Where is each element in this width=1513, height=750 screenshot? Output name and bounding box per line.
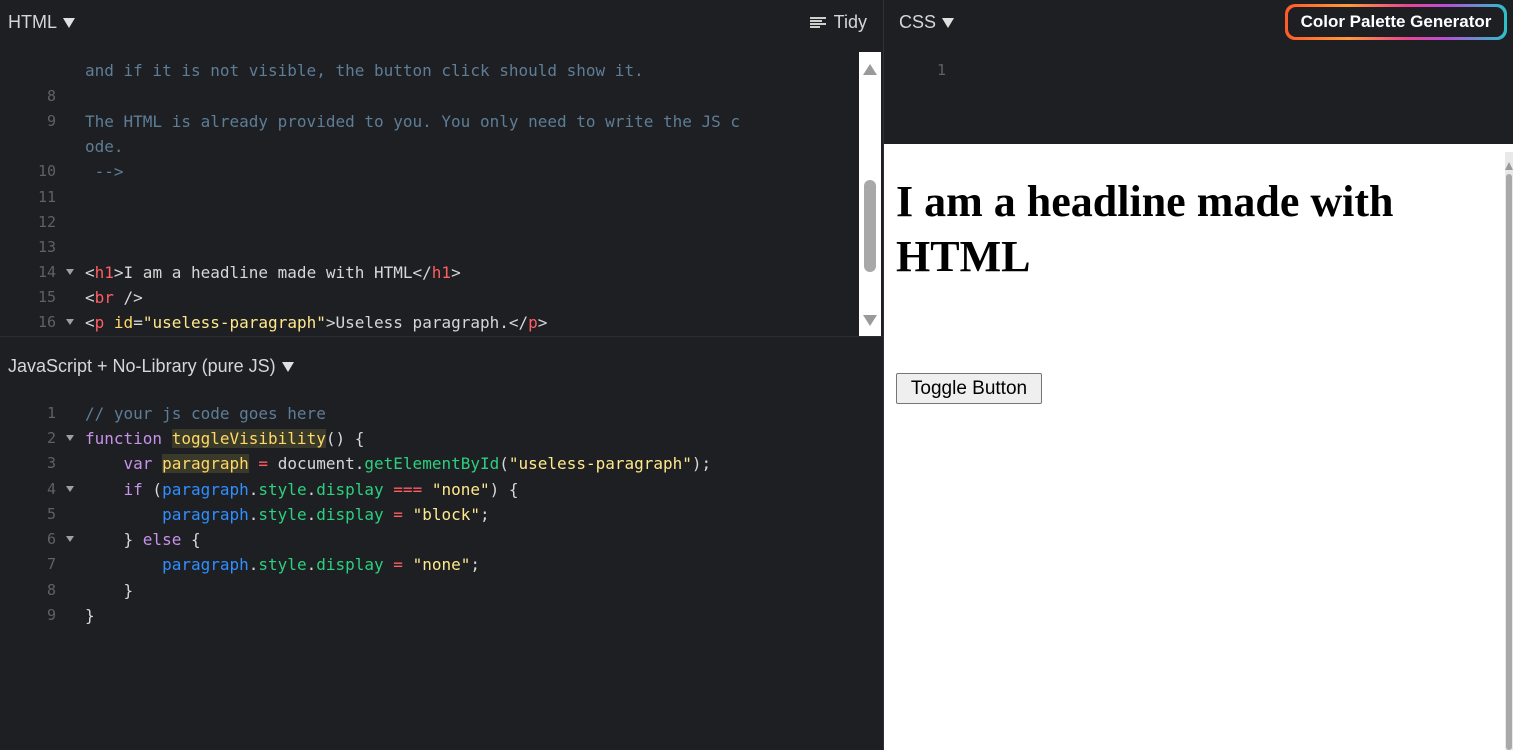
result-preview: I am a headline made with HTML Toggle Bu… — [884, 144, 1513, 750]
scroll-up-icon[interactable] — [1505, 162, 1513, 170]
code-line[interactable]: 6 } else { — [0, 527, 860, 552]
code-line[interactable]: 3 var paragraph = document.getElementByI… — [0, 451, 860, 476]
code-text: // your js code goes here — [85, 404, 326, 423]
css-line-number: 1 — [936, 61, 946, 79]
line-number: 7 — [46, 555, 56, 573]
line-number: 3 — [46, 454, 56, 472]
line-number: 1 — [46, 404, 56, 422]
editor-right-column: CSS 1 Color Palette Generator I am a hea… — [884, 0, 1513, 750]
preview-scrollbar[interactable] — [1505, 152, 1513, 750]
code-text: paragraph.style.display = "none"; — [162, 555, 481, 574]
palette-button-label: Color Palette Generator — [1288, 7, 1504, 37]
line-number: 4 — [46, 480, 56, 498]
fold-arrow-icon[interactable] — [66, 435, 74, 441]
line-number: 8 — [46, 581, 56, 599]
editor-left-column: HTML Tidy and if it is not visible, the … — [0, 0, 883, 750]
line-number: 6 — [46, 530, 56, 548]
code-text: } else { — [85, 530, 201, 549]
code-line[interactable]: 9} — [0, 603, 860, 628]
code-text: } — [85, 606, 95, 625]
fold-arrow-icon[interactable] — [66, 536, 74, 542]
code-line[interactable]: 5 paragraph.style.display = "block"; — [0, 502, 860, 527]
js-code-editor[interactable]: 1 // your js code goes here 2 function togg… — [0, 0, 860, 750]
preview-headline: I am a headline made with HTML — [896, 177, 1394, 281]
scrollbar-thumb[interactable] — [1506, 174, 1512, 750]
scroll-down-icon[interactable] — [863, 315, 877, 326]
line-number: 2 — [46, 429, 56, 447]
line-number: 9 — [46, 606, 56, 624]
code-text: } — [85, 581, 134, 600]
line-number: 5 — [46, 505, 56, 523]
jsfiddle-editor: HTML Tidy and if it is not visible, the … — [0, 0, 1513, 750]
html-editor-scrollbar[interactable] — [859, 52, 881, 336]
code-line[interactable]: 1 // your js code goes here — [0, 401, 860, 426]
code-text: paragraph.style.display = "block"; — [162, 505, 490, 524]
code-line[interactable]: 7 paragraph.style.display = "none"; — [0, 552, 860, 577]
css-pane[interactable]: CSS 1 Color Palette Generator — [884, 0, 1513, 143]
code-text: function toggleVisibility() { — [85, 429, 365, 448]
code-line[interactable]: 2 function toggleVisibility() { — [0, 426, 860, 451]
code-line[interactable]: 8 } — [0, 578, 860, 603]
toggle-button[interactable]: Toggle Button — [896, 373, 1042, 404]
scrollbar-thumb[interactable] — [864, 180, 876, 272]
css-pane-title: CSS — [899, 12, 937, 32]
css-pane-selector[interactable]: CSS — [899, 12, 955, 33]
code-line[interactable]: 4 if (paragraph.style.display === "none"… — [0, 477, 860, 502]
code-text: if (paragraph.style.display === "none") … — [123, 480, 519, 499]
fold-arrow-icon[interactable] — [66, 486, 74, 492]
color-palette-generator-button[interactable]: Color Palette Generator — [1285, 4, 1507, 40]
code-text: var paragraph = document.getElementById(… — [123, 454, 712, 473]
scroll-up-icon[interactable] — [863, 64, 877, 75]
caret-down-icon — [942, 17, 955, 28]
